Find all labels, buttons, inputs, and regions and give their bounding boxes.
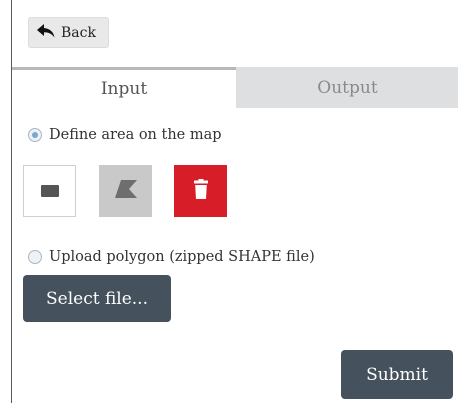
polygon-icon (114, 180, 137, 202)
polygon-draw-button[interactable] (99, 165, 152, 217)
tab-input[interactable]: Input (12, 67, 236, 108)
rectangle-icon (40, 182, 59, 201)
define-area-radio[interactable] (28, 128, 42, 142)
submit-button[interactable]: Submit (341, 350, 453, 399)
upload-polygon-radio[interactable] (28, 250, 42, 264)
rectangle-draw-button[interactable] (23, 165, 76, 217)
upload-polygon-label: Upload polygon (zipped SHAPE file) (49, 249, 315, 265)
input-panel: Back Input Output Define area on the map… (11, 0, 458, 403)
tab-bar: Input Output (12, 67, 458, 108)
select-file-button[interactable]: Select file... (23, 275, 171, 322)
delete-button[interactable] (174, 165, 227, 217)
back-label: Back (61, 24, 96, 41)
upload-polygon-option[interactable]: Upload polygon (zipped SHAPE file) (28, 249, 315, 265)
trash-icon (193, 179, 208, 203)
define-area-option[interactable]: Define area on the map (28, 127, 222, 143)
back-button[interactable]: Back (28, 17, 109, 48)
reply-arrow-icon (37, 23, 55, 42)
tab-output[interactable]: Output (236, 67, 458, 108)
define-area-label: Define area on the map (49, 127, 222, 143)
